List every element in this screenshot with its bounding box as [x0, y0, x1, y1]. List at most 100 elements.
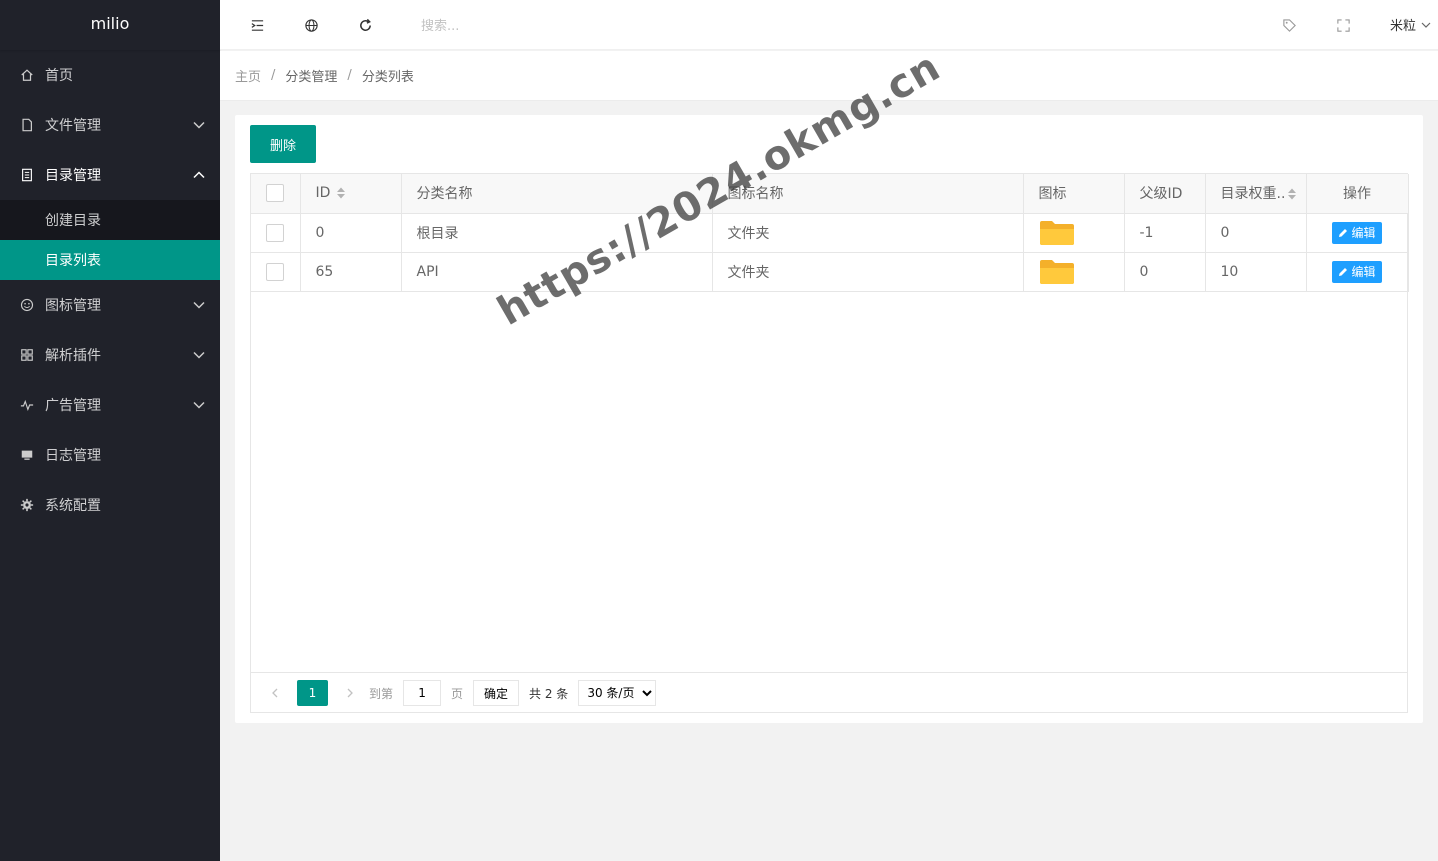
sidebar-subitem-create-directory[interactable]: 创建目录 [0, 200, 220, 240]
sidebar-item-label: 系统配置 [45, 498, 101, 514]
cell-actions: 编辑 [1306, 252, 1409, 292]
apps-icon [20, 348, 34, 362]
column-header-weight[interactable]: 目录权重.. [1205, 174, 1307, 214]
sidebar-item-label: 图标管理 [45, 298, 101, 314]
chevron-down-icon [193, 401, 205, 409]
sidebar-item-label: 日志管理 [45, 448, 101, 464]
menu-shrink-icon[interactable] [249, 17, 265, 33]
column-header-label: 目录权重.. [1220, 186, 1286, 203]
refresh-icon[interactable] [357, 17, 373, 33]
cell-id: 0 [300, 213, 402, 253]
chevron-up-icon [193, 171, 205, 179]
column-header-parent-id: 父级ID [1124, 174, 1206, 214]
cell-weight: 10 [1205, 252, 1307, 292]
table-header-row: ID 分类名称 图标名称 图标 父级ID 目录权重.. 操作 [251, 174, 1409, 214]
pagination: 1 到第 页 确定 共 2 条 30 条/页 [251, 672, 1407, 713]
row-checkbox[interactable] [266, 262, 284, 281]
fullscreen-icon[interactable] [1335, 17, 1351, 33]
sidebar-item-directory[interactable]: 目录管理 [0, 150, 220, 200]
table-row: 0 根目录 文件夹 -1 0 编辑 [251, 213, 1409, 253]
row-checkbox-cell [251, 252, 301, 292]
sidebar-item-label: 广告管理 [45, 398, 101, 414]
row-checkbox[interactable] [266, 223, 284, 242]
data-table: ID 分类名称 图标名称 图标 父级ID 目录权重.. 操作 0 根目录 文件夹… [250, 173, 1409, 713]
cell-category-name: API [401, 252, 713, 292]
sidebar-item-label: 解析插件 [45, 348, 101, 364]
column-header-category-name: 分类名称 [401, 174, 713, 214]
chevron-down-icon [1421, 22, 1431, 28]
cell-id: 65 [300, 252, 402, 292]
edit-button-label: 编辑 [1351, 226, 1376, 240]
smile-icon [20, 298, 34, 312]
user-name: 米粒 [1390, 19, 1417, 34]
search-input[interactable] [421, 16, 621, 36]
sort-icon[interactable] [1287, 187, 1297, 201]
sidebar: milio 首页 文件管理 目录管理 创建目录 目录列表 图标管理 解析插件 广… [0, 0, 220, 861]
cell-parent-id: -1 [1124, 213, 1206, 253]
goto-confirm-button[interactable]: 确定 [473, 680, 520, 706]
pencil-icon [1339, 267, 1348, 276]
cell-category-name: 根目录 [401, 213, 713, 253]
goto-page-input[interactable] [403, 680, 442, 706]
table-row: 65 API 文件夹 0 10 编辑 [251, 252, 1409, 292]
cell-actions: 编辑 [1306, 213, 1409, 253]
prev-page-icon[interactable] [265, 683, 285, 703]
select-all-checkbox[interactable] [266, 184, 284, 203]
total-count: 共 2 条 [529, 686, 569, 701]
chevron-down-icon [193, 121, 205, 129]
chevron-down-icon [193, 351, 205, 359]
monitor-icon [20, 448, 34, 462]
breadcrumb-current: 分类列表 [361, 70, 414, 85]
header-checkbox-cell [251, 174, 301, 214]
column-header-label: ID [315, 185, 331, 202]
breadcrumb-separator: / [271, 68, 276, 83]
breadcrumb-category-management[interactable]: 分类管理 [285, 66, 337, 85]
goto-label: 到第 [369, 686, 394, 701]
page-label: 页 [451, 686, 464, 701]
top-header: 米粒 [220, 0, 1438, 50]
column-header-actions: 操作 [1306, 174, 1409, 214]
pencil-icon [1339, 228, 1348, 237]
breadcrumb: 主页 / 分类管理 / 分类列表 [220, 51, 1438, 101]
delete-button[interactable]: 删除 [250, 125, 316, 163]
sort-icon[interactable] [336, 186, 346, 200]
folder-icon [1039, 220, 1074, 245]
sidebar-item-label: 目录管理 [45, 168, 101, 184]
sidebar-item-label: 文件管理 [45, 118, 101, 134]
cell-icon [1023, 252, 1125, 292]
breadcrumb-separator: / [347, 68, 352, 83]
cell-icon-name: 文件夹 [712, 252, 1024, 292]
globe-icon[interactable] [303, 17, 319, 33]
column-header-id[interactable]: ID [300, 174, 402, 214]
row-checkbox-cell [251, 213, 301, 253]
edit-button[interactable]: 编辑 [1332, 221, 1382, 244]
sidebar-subitem-directory-list[interactable]: 目录列表 [0, 240, 220, 280]
app-logo[interactable]: milio [0, 0, 220, 50]
edit-button[interactable]: 编辑 [1332, 260, 1382, 283]
breadcrumb-home[interactable]: 主页 [235, 66, 261, 85]
page-size-select[interactable]: 30 条/页 [578, 680, 657, 706]
content-card: 删除 ID 分类名称 图标名称 图标 父级ID 目录权重.. 操作 0 根目录 … [235, 115, 1423, 723]
pulse-icon [20, 398, 34, 412]
next-page-icon[interactable] [340, 683, 360, 703]
edit-button-label: 编辑 [1351, 265, 1376, 279]
file-icon [20, 118, 34, 132]
cell-parent-id: 0 [1124, 252, 1206, 292]
gear-icon [20, 498, 34, 512]
tag-icon[interactable] [1281, 17, 1297, 33]
sidebar-item-logs[interactable]: 日志管理 [0, 430, 220, 480]
cell-weight: 0 [1205, 213, 1307, 253]
sidebar-item-settings[interactable]: 系统配置 [0, 480, 220, 530]
cell-icon [1023, 213, 1125, 253]
current-page[interactable]: 1 [297, 680, 328, 706]
user-menu[interactable]: 米粒 [1390, 15, 1432, 34]
sidebar-item-home[interactable]: 首页 [0, 50, 220, 100]
sidebar-item-ads[interactable]: 广告管理 [0, 380, 220, 430]
column-header-icon-name: 图标名称 [712, 174, 1024, 214]
sidebar-submenu: 创建目录 目录列表 [0, 200, 220, 280]
sidebar-item-icons[interactable]: 图标管理 [0, 280, 220, 330]
cell-icon-name: 文件夹 [712, 213, 1024, 253]
sidebar-item-files[interactable]: 文件管理 [0, 100, 220, 150]
list-doc-icon [20, 168, 34, 182]
sidebar-item-plugins[interactable]: 解析插件 [0, 330, 220, 380]
